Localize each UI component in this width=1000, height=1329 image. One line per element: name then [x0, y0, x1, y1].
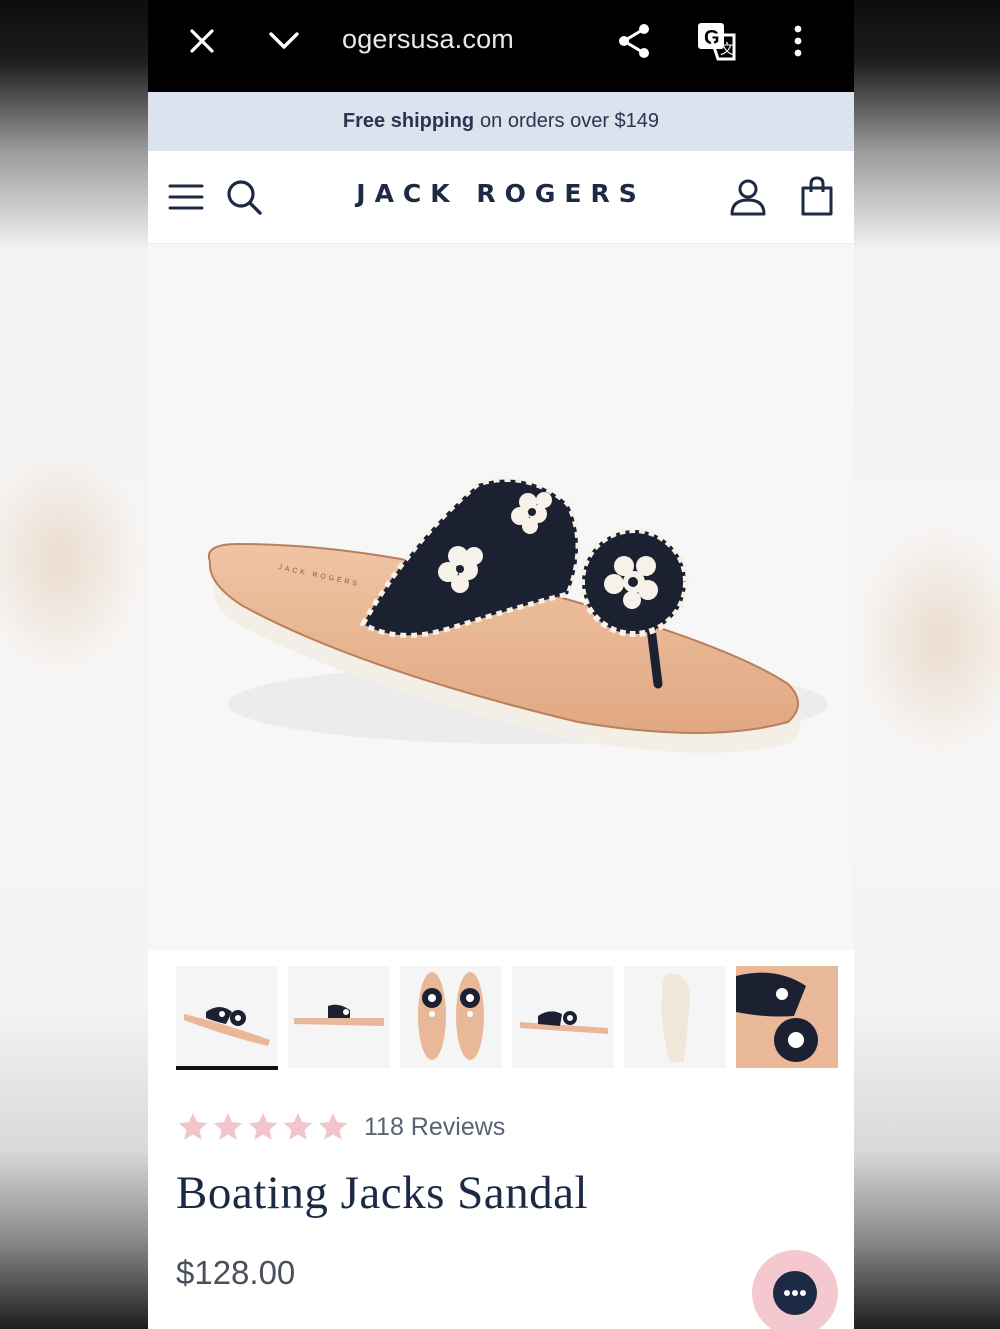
thumbnail-2[interactable]: [288, 966, 390, 1068]
chevron-down-icon[interactable]: [264, 18, 304, 64]
svg-text:文: 文: [720, 42, 734, 58]
product-rating[interactable]: 118 Reviews: [176, 1110, 505, 1144]
thumbnail-4[interactable]: [512, 966, 614, 1068]
product-price: $128.00: [176, 1254, 296, 1291]
share-icon[interactable]: [614, 18, 654, 64]
reviews-link[interactable]: 118 Reviews: [364, 1113, 505, 1142]
thumbnail-1[interactable]: [176, 966, 278, 1068]
bag-icon[interactable]: [798, 175, 836, 217]
account-icon[interactable]: [728, 177, 768, 217]
thumbnail-3[interactable]: [400, 966, 502, 1068]
thumbnail-5[interactable]: [624, 966, 726, 1068]
site-header: JACK ROGERS: [148, 151, 854, 244]
star-icon: [213, 1112, 243, 1140]
close-icon[interactable]: [182, 18, 222, 64]
phone-screen: ogersusa.com G 文 Free shipping on orders…: [148, 0, 854, 1329]
product-image[interactable]: JACK ROGERS: [148, 244, 854, 950]
star-icon: [178, 1112, 208, 1140]
promo-text: on orders over $149: [480, 110, 660, 132]
star-icon: [248, 1112, 278, 1140]
promo-banner[interactable]: Free shipping on orders over $149: [148, 92, 854, 151]
more-vertical-icon[interactable]: [778, 18, 818, 64]
promo-bold-text: Free shipping: [342, 110, 475, 132]
sandal-illustration: JACK ROGERS: [207, 477, 828, 753]
product-title: Boating Jacks Sandal: [176, 1167, 589, 1219]
selected-thumbnail-indicator: [176, 1066, 278, 1070]
thumbnail-6[interactable]: [736, 966, 838, 1068]
translate-icon[interactable]: G 文: [696, 18, 736, 64]
chat-bubble-icon: [773, 1271, 817, 1315]
thumbnail-strip: [176, 966, 838, 1074]
browser-toolbar: ogersusa.com G 文: [148, 0, 854, 92]
star-icon: [318, 1112, 348, 1140]
star-rating: [176, 1110, 350, 1144]
chat-button[interactable]: [752, 1250, 838, 1329]
url-text[interactable]: ogersusa.com: [342, 24, 514, 55]
star-icon: [283, 1112, 313, 1140]
